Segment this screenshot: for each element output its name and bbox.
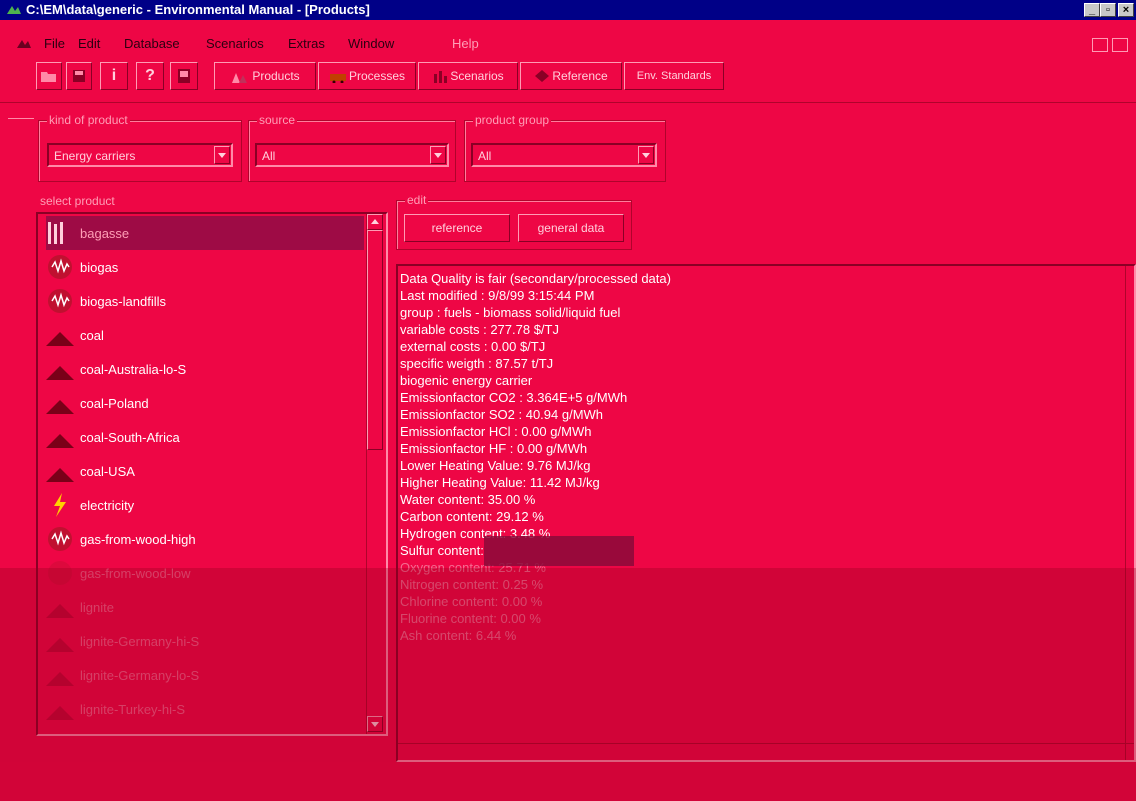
- info-line: group : fuels - biomass solid/liquid fue…: [400, 305, 621, 320]
- info-line: Higher Heating Value: 11.42 MJ/kg: [400, 475, 600, 490]
- list-item[interactable]: coal-Australia-lo-S: [46, 352, 364, 386]
- info-line: Carbon content: 29.12 %: [400, 509, 544, 524]
- bagasse-icon: [48, 222, 63, 244]
- general-data-button[interactable]: general data: [518, 214, 624, 242]
- list-item[interactable]: electricity: [46, 488, 364, 522]
- separator: [0, 102, 1136, 103]
- list-item[interactable]: coal: [46, 318, 364, 352]
- restore-button[interactable]: ▫: [1100, 3, 1116, 17]
- scenarios-icon: [434, 71, 448, 83]
- chevron-down-icon[interactable]: [430, 146, 446, 164]
- arrow-up-icon: [371, 219, 379, 224]
- coal-icon: [46, 400, 74, 414]
- products-icon: [232, 73, 248, 83]
- tab-products[interactable]: Products: [214, 62, 316, 90]
- list-item[interactable]: bagasse: [46, 216, 364, 250]
- save-button[interactable]: [66, 62, 92, 90]
- mdi-icon: [17, 40, 31, 48]
- title-bar: C:\EM\data\generic - Environmental Manua…: [0, 0, 1136, 20]
- info-line: Data Quality is fair (secondary/processe…: [400, 271, 671, 286]
- help-button[interactable]: ?: [136, 62, 164, 90]
- app-icon: [7, 6, 21, 14]
- child-minimize-button[interactable]: [1092, 38, 1108, 52]
- source-group: source All: [248, 113, 456, 182]
- kind-of-product-group: kind of product Energy carriers: [38, 113, 242, 182]
- coal-icon: [46, 434, 74, 448]
- coal-icon: [46, 366, 74, 380]
- menu-database[interactable]: Database: [124, 36, 180, 51]
- chevron-down-icon[interactable]: [638, 146, 654, 164]
- exit-button[interactable]: [170, 62, 198, 90]
- chevron-down-icon[interactable]: [214, 146, 230, 164]
- product-group-value: All: [478, 149, 492, 163]
- info-icon: i: [111, 67, 117, 84]
- info-line: Lower Heating Value: 9.76 MJ/kg: [400, 458, 591, 473]
- coal-icon: [46, 332, 74, 346]
- info-line: Emissionfactor HCl : 0.00 g/MWh: [400, 424, 592, 439]
- close-button[interactable]: ×: [1118, 3, 1134, 17]
- window-title: C:\EM\data\generic - Environmental Manua…: [26, 2, 370, 17]
- info-line: Sulfur content:: [400, 543, 484, 558]
- kind-of-product-select[interactable]: Energy carriers: [47, 143, 233, 167]
- list-item[interactable]: biogas-landfills: [46, 284, 364, 318]
- product-group-group: product group All: [464, 113, 666, 182]
- cursor-artifact: [484, 536, 634, 566]
- info-line: variable costs : 277.78 $/TJ: [400, 322, 559, 337]
- info-line: Emissionfactor HF : 0.00 g/MWh: [400, 441, 588, 456]
- list-item[interactable]: coal-USA: [46, 454, 364, 488]
- tab-reference[interactable]: Reference: [520, 62, 622, 90]
- disk-icon: [73, 70, 85, 82]
- source-select[interactable]: All: [255, 143, 449, 167]
- info-line: Water content: 35.00 %: [400, 492, 536, 507]
- edit-label: edit: [405, 193, 429, 207]
- processes-icon: [329, 74, 346, 83]
- list-item[interactable]: gas-from-wood-high: [46, 522, 364, 556]
- tab-processes[interactable]: Processes: [318, 62, 416, 90]
- dim-overlay: [0, 568, 1136, 801]
- info-line: external costs : 0.00 $/TJ: [400, 339, 546, 354]
- tab-env-standards[interactable]: Env. Standards: [624, 62, 724, 90]
- menu-file[interactable]: File: [44, 36, 65, 51]
- list-item[interactable]: biogas: [46, 250, 364, 284]
- reference-icon: [535, 70, 550, 82]
- info-line: Last modified : 9/8/99 3:15:44 PM: [400, 288, 595, 303]
- reference-button[interactable]: reference: [404, 214, 510, 242]
- source-label: source: [257, 113, 298, 127]
- minimize-button[interactable]: _: [1084, 3, 1100, 17]
- menu-edit[interactable]: Edit: [78, 36, 100, 51]
- menu-help[interactable]: Help: [452, 36, 479, 51]
- kind-of-product-label: kind of product: [47, 113, 130, 127]
- question-icon: ?: [145, 67, 155, 84]
- folder-icon: [41, 72, 56, 82]
- electricity-icon: [54, 493, 66, 517]
- info-line: specific weigth : 87.57 t/TJ: [400, 356, 554, 371]
- menu-extras[interactable]: Extras: [288, 36, 325, 51]
- open-button[interactable]: [36, 62, 62, 90]
- select-product-label: select product: [40, 194, 115, 208]
- kind-of-product-value: Energy carriers: [54, 149, 136, 163]
- info-line: biogenic energy carrier: [400, 373, 533, 388]
- info-button[interactable]: i: [100, 62, 128, 90]
- menu-window[interactable]: Window: [348, 36, 394, 51]
- left-rule: [8, 118, 34, 119]
- gas-icon: [48, 527, 72, 551]
- list-item[interactable]: coal-South-Africa: [46, 420, 364, 454]
- scroll-thumb[interactable]: [367, 230, 383, 450]
- product-group-select[interactable]: All: [471, 143, 657, 167]
- coal-icon: [46, 468, 74, 482]
- door-icon: [178, 69, 190, 83]
- product-group-label: product group: [473, 113, 552, 127]
- list-item[interactable]: coal-Poland: [46, 386, 364, 420]
- source-value: All: [262, 149, 276, 163]
- gas-icon: [48, 289, 72, 313]
- info-line: Emissionfactor CO2 : 3.364E+5 g/MWh: [400, 390, 628, 405]
- info-line: Emissionfactor SO2 : 40.94 g/MWh: [400, 407, 604, 422]
- child-restore-button[interactable]: [1112, 38, 1128, 52]
- gas-icon: [48, 255, 72, 279]
- menu-scenarios[interactable]: Scenarios: [206, 36, 264, 51]
- scroll-up-button[interactable]: [367, 214, 383, 230]
- tab-scenarios[interactable]: Scenarios: [418, 62, 518, 90]
